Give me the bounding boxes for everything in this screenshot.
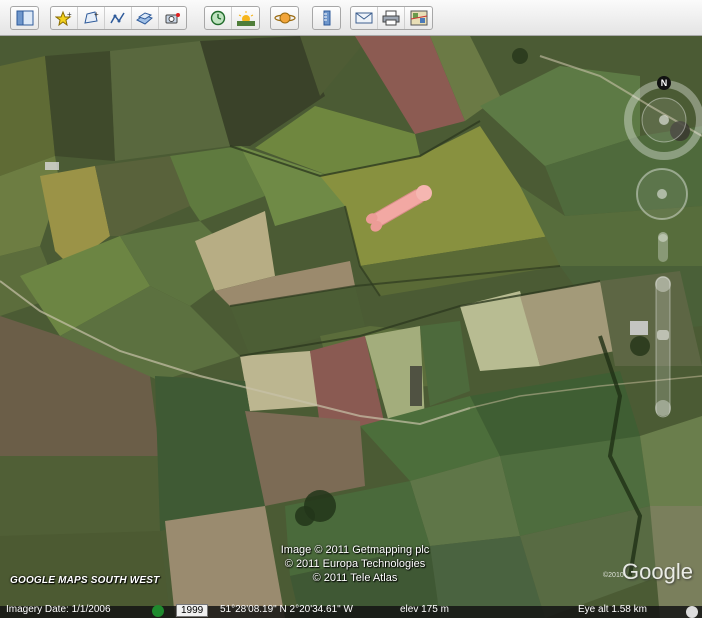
zoom-slider[interactable] [655,276,671,418]
add-placemark-button[interactable]: + [51,7,78,29]
add-polygon-button[interactable]: + [78,7,105,29]
toolbar-group-share [350,6,433,30]
pointer-coordinates: 51°28'08.19" N 2°20'34.61" W [220,604,353,615]
toolbar: + + [0,0,702,36]
pointer-elevation: elev 175 m [400,604,449,615]
imagery-credit: © 2011 Europa Technologies [284,558,426,570]
email-button[interactable] [351,7,378,29]
polygon-icon: + [84,10,99,24]
sidebar-icon [16,10,33,26]
toolbar-group-planet [270,6,299,30]
status-bar: Imagery Date: 1/1/2006 1999 51°28'08.19"… [0,604,702,618]
zoom-in-button[interactable] [655,276,671,292]
record-tour-icon [165,13,180,24]
svg-text:+: + [67,10,72,19]
switch-planet-button[interactable] [271,7,298,29]
placemark-icon: + [55,10,72,26]
toolbar-group-view [204,6,260,30]
map-view[interactable]: N Image © 2011 Getmapping plc © 2011 Eur… [0,36,702,618]
image-overlay-icon [136,12,153,25]
navigation-controls-graphic [624,80,702,418]
print-button[interactable] [378,7,405,29]
history-year-badge[interactable]: 1999 [176,604,209,617]
planet-icon [273,12,296,24]
historical-imagery-icon [210,10,226,26]
email-icon [355,12,373,24]
sidebar-button[interactable] [11,7,38,29]
record-tour-button[interactable] [159,7,186,29]
view-in-maps-button[interactable] [405,7,432,29]
add-path-button[interactable] [105,7,132,29]
streaming-progress-icon [686,606,698,618]
toolbar-group-add: + + [50,6,187,30]
imagery-date: Imagery Date: 1/1/2006 [6,604,111,615]
imagery-credit: Image © 2011 Getmapping plc [280,544,430,556]
google-logo-year: ©2010 [603,572,624,579]
zoom-out-button[interactable] [655,400,671,416]
google-logo: Google [622,559,693,584]
toolbar-group-sidebar [10,6,39,30]
historical-imagery-status-icon[interactable] [152,605,164,617]
watermark-text: GOOGLE MAPS SOUTH WEST [10,575,160,586]
ruler-button[interactable] [313,7,340,29]
toolbar-group-ruler [312,6,341,30]
ruler-icon [323,10,330,26]
svg-text:+: + [94,10,99,19]
imagery-credit: © 2011 Tele Atlas [312,572,398,584]
zoom-slider-thumb[interactable] [657,330,669,340]
historical-imagery-button[interactable] [205,7,232,29]
path-icon [110,12,125,24]
print-icon [382,10,400,26]
compass-north-label: N [657,76,671,90]
sunlight-icon [236,11,255,26]
navigation-controls: N [620,72,702,422]
add-image-overlay-button[interactable] [132,7,159,29]
view-in-maps-icon [410,10,427,26]
satellite-imagery [0,36,702,618]
eye-altitude: Eye alt 1.58 km [578,604,647,615]
sunlight-button[interactable] [232,7,259,29]
